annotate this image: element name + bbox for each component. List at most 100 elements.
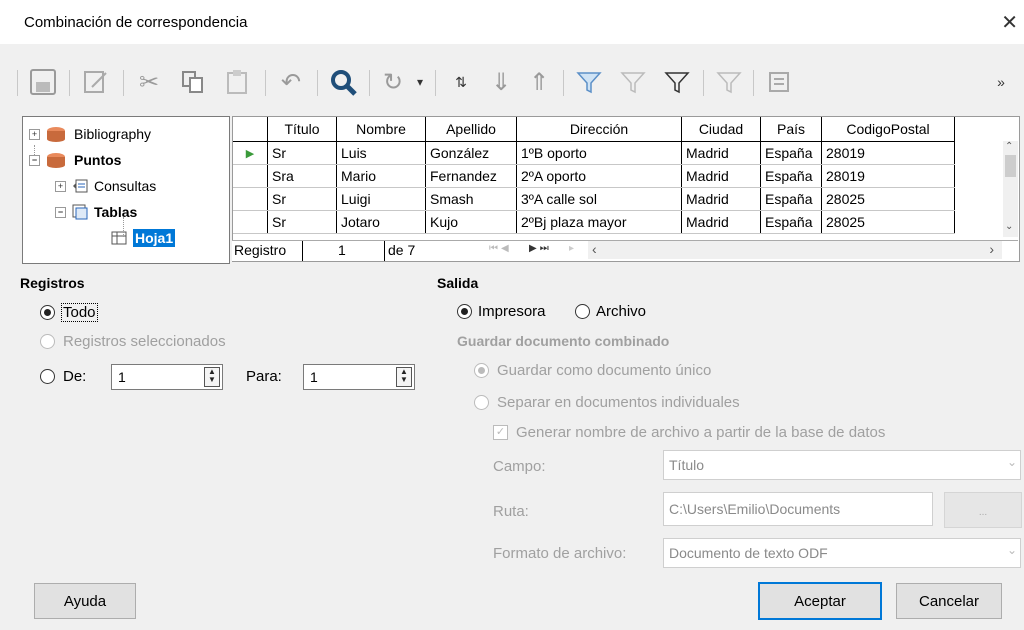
refresh-icon[interactable]: ↻ xyxy=(375,62,411,102)
edit-icon[interactable] xyxy=(75,62,115,102)
ruta-field: C:\Users\Emilio\Documents xyxy=(663,492,933,526)
table-cell[interactable]: 1ºB oporto xyxy=(516,141,682,165)
ayuda-button[interactable]: Ayuda xyxy=(34,583,136,619)
row-header[interactable] xyxy=(233,164,268,188)
table-cell[interactable]: Madrid xyxy=(681,210,761,234)
database-icon xyxy=(46,126,66,142)
table-cell[interactable]: Sr xyxy=(267,141,337,165)
spin-arrows-icon[interactable]: ▲ ▼ xyxy=(396,367,412,387)
row-header[interactable] xyxy=(233,210,268,234)
de-spinbox[interactable]: 1 ▲ ▼ xyxy=(111,364,223,390)
table-cell[interactable]: España xyxy=(760,210,822,234)
archivo-radio[interactable]: Archivo xyxy=(575,303,646,320)
sort-descending-icon[interactable]: ⇑ xyxy=(521,62,557,102)
standard-filter-icon[interactable] xyxy=(657,62,697,102)
radio-unchecked[interactable] xyxy=(575,304,590,319)
cancelar-button[interactable]: Cancelar xyxy=(896,583,1002,619)
table-row[interactable]: ▶ Sr Luis González 1ºB oporto Madrid Esp… xyxy=(233,141,955,165)
table-row[interactable]: Sr Jotaro Kujo 2ºBj plaza mayor Madrid E… xyxy=(233,210,955,234)
reset-filter-icon[interactable] xyxy=(709,62,749,102)
scrollbar-thumb[interactable] xyxy=(1005,155,1016,177)
column-header[interactable]: País xyxy=(760,117,822,142)
table-cell[interactable]: España xyxy=(760,164,822,188)
de-radio[interactable]: De: xyxy=(40,368,86,385)
cut-icon[interactable]: ✂ xyxy=(129,62,169,102)
table-cell[interactable]: Sr xyxy=(267,210,337,234)
copy-icon[interactable] xyxy=(173,62,213,102)
table-cell[interactable]: Mario xyxy=(336,164,426,188)
table-cell[interactable]: España xyxy=(760,141,822,165)
save-icon[interactable] xyxy=(23,62,63,102)
undo-icon[interactable]: ↶ xyxy=(271,62,311,102)
scroll-down-icon[interactable]: ⌄ xyxy=(1005,221,1013,232)
column-header[interactable]: CodigoPostal xyxy=(821,117,955,142)
table-cell[interactable]: 3ºA calle sol xyxy=(516,187,682,211)
tree-item-hoja1[interactable]: Hoja1 xyxy=(111,227,176,249)
radio-unchecked[interactable] xyxy=(40,369,55,384)
paste-icon[interactable] xyxy=(217,62,257,102)
collapse-icon[interactable]: − xyxy=(55,206,66,218)
horizontal-scrollbar[interactable]: ‹ › xyxy=(588,241,1002,259)
data-to-text-icon[interactable] xyxy=(759,62,799,102)
table-cell[interactable]: 2ºBj plaza mayor xyxy=(516,210,682,234)
table-cell[interactable]: Madrid xyxy=(681,141,761,165)
para-spinbox[interactable]: 1 ▲ ▼ xyxy=(303,364,415,390)
row-header[interactable] xyxy=(233,187,268,211)
table-row[interactable]: Sr Luigi Smash 3ºA calle sol Madrid Espa… xyxy=(233,187,955,211)
table-cell[interactable]: Luigi xyxy=(336,187,426,211)
first-record-icon[interactable]: ⏮◀ xyxy=(489,243,512,254)
table-cell[interactable]: Sra xyxy=(267,164,337,188)
column-header[interactable]: Dirección xyxy=(516,117,682,142)
scroll-left-icon[interactable]: ‹ xyxy=(592,241,597,257)
radio-checked[interactable] xyxy=(457,304,472,319)
table-cell[interactable]: Madrid xyxy=(681,187,761,211)
table-cell[interactable]: Jotaro xyxy=(336,210,426,234)
todo-radio[interactable]: Todo xyxy=(40,303,98,322)
table-cell[interactable]: Fernandez xyxy=(425,164,517,188)
table-cell[interactable]: 28019 xyxy=(821,141,955,165)
chevron-down-icon[interactable]: ▾ xyxy=(409,62,431,102)
close-icon[interactable]: ✕ xyxy=(1001,10,1018,35)
sort-ascending-icon[interactable]: ⇓ xyxy=(483,62,519,102)
table-cell[interactable]: 2ºA oporto xyxy=(516,164,682,188)
aceptar-button[interactable]: Aceptar xyxy=(758,582,882,620)
column-header[interactable]: Ciudad xyxy=(681,117,761,142)
table-cell[interactable]: Smash xyxy=(425,187,517,211)
datasource-tree[interactable]: + Bibliography − Puntos + Consultas − Ta… xyxy=(22,116,230,264)
de-label: De: xyxy=(63,368,87,385)
table-row[interactable]: Sra Mario Fernandez 2ºA oporto Madrid Es… xyxy=(233,164,955,188)
registro-label: Registro xyxy=(234,242,287,258)
more-options-icon[interactable]: » xyxy=(989,62,1013,102)
last-record-icon[interactable]: ▶⏭ xyxy=(529,243,552,254)
expand-icon[interactable]: + xyxy=(29,128,40,140)
column-header[interactable]: Apellido xyxy=(425,117,517,142)
column-header[interactable]: Título xyxy=(267,117,337,142)
vertical-scrollbar[interactable]: ⌃ ⌄ xyxy=(1003,141,1018,237)
tree-item-consultas[interactable]: + Consultas xyxy=(55,175,156,197)
table-cell[interactable]: Kujo xyxy=(425,210,517,234)
spin-arrows-icon[interactable]: ▲ ▼ xyxy=(204,367,220,387)
table-cell[interactable]: Madrid xyxy=(681,164,761,188)
table-cell[interactable]: 28025 xyxy=(821,210,955,234)
impresora-radio[interactable]: Impresora xyxy=(457,303,546,320)
table-cell[interactable]: Luis xyxy=(336,141,426,165)
search-icon[interactable] xyxy=(323,62,363,102)
table-cell[interactable]: González xyxy=(425,141,517,165)
tree-item-bibliography[interactable]: + Bibliography xyxy=(29,123,151,145)
scroll-up-icon[interactable]: ⌃ xyxy=(1005,141,1013,152)
table-cell[interactable]: Sr xyxy=(267,187,337,211)
new-record-icon[interactable]: ▸ xyxy=(569,243,574,254)
column-header[interactable]: Nombre xyxy=(336,117,426,142)
apply-filter-icon[interactable] xyxy=(613,62,653,102)
sort-icon[interactable]: ⇅ xyxy=(441,62,481,102)
table-cell[interactable]: 28019 xyxy=(821,164,955,188)
autofilter-icon[interactable] xyxy=(569,62,609,102)
collapse-icon[interactable]: − xyxy=(29,154,40,166)
radio-checked[interactable] xyxy=(40,305,55,320)
tree-item-puntos[interactable]: − Puntos xyxy=(29,149,121,171)
table-cell[interactable]: 28025 xyxy=(821,187,955,211)
table-cell[interactable]: España xyxy=(760,187,822,211)
record-number[interactable]: 1 xyxy=(338,242,346,258)
expand-icon[interactable]: + xyxy=(55,180,66,192)
scroll-right-icon[interactable]: › xyxy=(989,241,994,257)
